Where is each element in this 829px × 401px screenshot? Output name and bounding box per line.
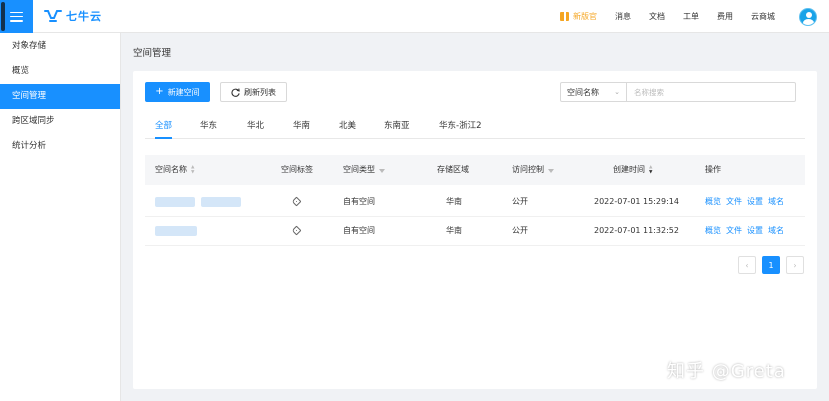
column-label: 空间类型 xyxy=(343,165,375,174)
menu-button[interactable] xyxy=(0,0,33,33)
table-header: 空间名称 ▲ ▼ 空间标签 空间类型 存储区域 访问控制 创建时间 ▲ ▼ 操作 xyxy=(145,155,805,185)
column-label: 创建时间 xyxy=(613,165,645,174)
avatar[interactable] xyxy=(799,7,817,26)
search-field-select[interactable]: 空间名称 ⌄ xyxy=(561,83,627,101)
action-overview-link[interactable]: 概览 xyxy=(705,197,721,206)
action-domains-link[interactable]: 域名 xyxy=(768,197,784,206)
bucket-type: 自有空间 xyxy=(343,226,375,235)
tab-southeast-asia[interactable]: 东南亚 xyxy=(384,119,410,139)
watermark: 知乎 @Greta xyxy=(667,361,786,382)
action-settings-link[interactable]: 设置 xyxy=(747,226,763,235)
search-input[interactable] xyxy=(627,83,795,101)
column-storage-region: 存储区域 xyxy=(437,165,469,174)
action-files-link[interactable]: 文件 xyxy=(726,226,742,235)
access-control: 公开 xyxy=(512,197,528,206)
sidebar-item-object-storage[interactable]: 对象存储 xyxy=(0,34,120,59)
nav-docs[interactable]: 文档 xyxy=(649,11,665,22)
storage-region: 华南 xyxy=(446,197,462,206)
window-edge xyxy=(1,2,5,31)
pagination-prev-button[interactable]: ‹ xyxy=(738,256,756,274)
bucket-list-card: + 新建空间 刷新列表 空间名称 ⌄ 全部 华东 华北 华南 北美 东南亚 华东… xyxy=(133,71,817,389)
nav-messages[interactable]: 消息 xyxy=(615,11,631,22)
column-bucket-type[interactable]: 空间类型 xyxy=(343,155,385,185)
action-files-link[interactable]: 文件 xyxy=(726,197,742,206)
row-actions: 概览 文件 设置 域名 xyxy=(705,216,789,246)
filter-icon[interactable] xyxy=(379,169,385,173)
qiniu-logo-icon xyxy=(44,10,62,22)
column-bucket-tag: 空间标签 xyxy=(281,165,313,174)
nav-tickets[interactable]: 工单 xyxy=(683,11,699,22)
action-settings-link[interactable]: 设置 xyxy=(747,197,763,206)
gift-icon xyxy=(560,12,569,21)
logo[interactable]: 七牛云 xyxy=(44,8,102,24)
column-bucket-name[interactable]: 空间名称 ▲ ▼ xyxy=(155,155,194,185)
chevron-down-icon: ⌄ xyxy=(614,88,620,96)
new-bucket-label: 新建空间 xyxy=(167,87,200,97)
search-box: 空间名称 ⌄ xyxy=(560,82,796,102)
tab-east-china[interactable]: 华东 xyxy=(200,119,217,139)
tab-all[interactable]: 全部 xyxy=(155,119,173,139)
redacted-bucket-name[interactable] xyxy=(155,197,195,207)
filter-icon[interactable] xyxy=(548,169,554,173)
hamburger-icon xyxy=(10,11,23,22)
sidebar-item-statistics[interactable]: 统计分析 xyxy=(0,134,120,159)
page-title: 空间管理 xyxy=(133,48,172,59)
nav-new-version[interactable]: 新版官 xyxy=(560,11,597,22)
column-created-time[interactable]: 创建时间 ▲ ▼ xyxy=(613,155,652,185)
refresh-list-button[interactable]: 刷新列表 xyxy=(220,82,287,102)
redacted-bucket-name[interactable] xyxy=(201,197,241,207)
new-bucket-button[interactable]: + 新建空间 xyxy=(145,82,210,102)
action-domains-link[interactable]: 域名 xyxy=(768,226,784,235)
sidebar-item-overview[interactable]: 概览 xyxy=(0,59,120,84)
created-time: 2022-07-01 11:32:52 xyxy=(594,226,679,235)
access-control: 公开 xyxy=(512,226,528,235)
tag-icon[interactable] xyxy=(291,225,302,236)
pagination-next-button[interactable]: › xyxy=(786,256,804,274)
pagination-page-1[interactable]: 1 xyxy=(762,256,780,274)
tag-icon[interactable] xyxy=(291,196,302,207)
redacted-bucket-name[interactable] xyxy=(155,226,197,236)
nav-label: 新版官 xyxy=(573,12,597,21)
tab-south-china[interactable]: 华南 xyxy=(293,119,310,139)
table-row: 自有空间 华南 公开 2022-07-01 15:29:14 概览 文件 设置 域名 xyxy=(145,187,805,217)
sidebar: 对象存储 概览 空间管理 跨区域同步 统计分析 xyxy=(0,33,121,401)
tab-north-china[interactable]: 华北 xyxy=(247,119,264,139)
refresh-label: 刷新列表 xyxy=(244,87,276,97)
nav-marketplace[interactable]: 云商城 xyxy=(751,11,775,22)
bucket-type: 自有空间 xyxy=(343,197,375,206)
sidebar-item-bucket-management[interactable]: 空间管理 xyxy=(0,84,120,109)
storage-region: 华南 xyxy=(446,226,462,235)
search-field-label: 空间名称 xyxy=(567,87,599,97)
sidebar-item-cross-region-sync[interactable]: 跨区域同步 xyxy=(0,109,120,134)
row-actions: 概览 文件 设置 域名 xyxy=(705,187,789,217)
top-bar: 七牛云 新版官 消息 文档 工单 费用 云商城 xyxy=(0,0,829,33)
tab-north-america[interactable]: 北美 xyxy=(339,119,356,139)
sort-icon[interactable]: ▲ ▼ xyxy=(191,165,194,175)
action-overview-link[interactable]: 概览 xyxy=(705,226,721,235)
top-nav: 新版官 消息 文档 工单 费用 云商城 xyxy=(560,0,823,33)
created-time: 2022-07-01 15:29:14 xyxy=(594,197,679,206)
plus-icon: + xyxy=(155,86,164,97)
region-tabs: 全部 华东 华北 华南 北美 东南亚 华东-浙江2 xyxy=(145,115,805,139)
column-label: 空间名称 xyxy=(155,165,187,174)
logo-text: 七牛云 xyxy=(66,10,102,23)
nav-billing[interactable]: 费用 xyxy=(717,11,733,22)
column-access-control[interactable]: 访问控制 xyxy=(512,155,554,185)
tab-east-china-zhejiang2[interactable]: 华东-浙江2 xyxy=(439,119,481,139)
column-label: 访问控制 xyxy=(512,165,544,174)
sort-icon[interactable]: ▲ ▼ xyxy=(649,165,652,175)
column-actions: 操作 xyxy=(705,165,721,174)
refresh-icon xyxy=(231,87,240,97)
table-row: 自有空间 华南 公开 2022-07-01 11:32:52 概览 文件 设置 域名 xyxy=(145,216,805,246)
